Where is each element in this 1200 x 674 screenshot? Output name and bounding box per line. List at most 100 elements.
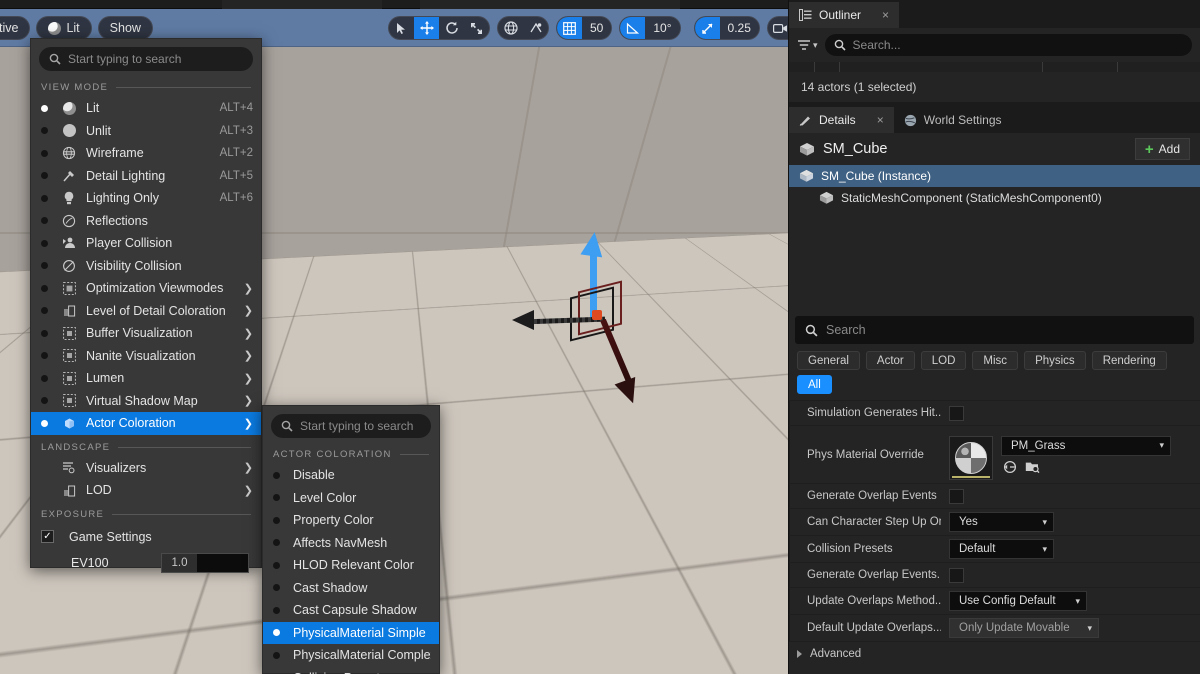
chip-misc[interactable]: Misc — [972, 351, 1019, 370]
menu-item-lit[interactable]: Lit ALT+4 — [31, 97, 261, 120]
reset-arrow-icon[interactable] — [1003, 460, 1017, 474]
property-row-phys-material-override[interactable]: Phys Material Override PM_Grass ▾ — [789, 425, 1200, 483]
can-character-step-up-on-dropdown[interactable]: Yes ▾ — [949, 512, 1054, 532]
chip-lod[interactable]: LOD — [920, 351, 967, 370]
component-tree-row-staticmeshcomponent[interactable]: StaticMeshComponent (StaticMeshComponent… — [789, 187, 1200, 209]
close-icon[interactable]: × — [882, 8, 889, 22]
gizmo-center-handle[interactable] — [592, 310, 602, 320]
simulation-generates-hit-checkbox[interactable] — [949, 405, 964, 421]
phys-material-dropdown[interactable]: PM_Grass ▾ — [1001, 435, 1171, 456]
grid-snap-group[interactable]: 50 — [556, 16, 613, 40]
property-row-can-character-step-up-on[interactable]: Can Character Step Up On Yes ▾ — [789, 508, 1200, 535]
component-tree-row-instance[interactable]: SM_Cube (Instance) — [789, 165, 1200, 187]
menu-item-buffer-visualization[interactable]: Buffer Visualization ❯ — [31, 322, 261, 345]
grid-snap-toggle[interactable] — [557, 17, 582, 39]
property-row-simulation-generates-hit[interactable]: Simulation Generates Hit... — [789, 400, 1200, 425]
scale-snap-value[interactable]: 0.25 — [719, 17, 759, 39]
gizmo-y-axis[interactable] — [600, 318, 634, 386]
tab-details[interactable]: Details × — [789, 107, 894, 133]
coloration-item-hlod-relevant-color[interactable]: HLOD Relevant Color — [263, 554, 439, 577]
outliner-search-input[interactable]: Search... — [824, 34, 1192, 56]
menu-item-wireframe[interactable]: Wireframe ALT+2 — [31, 142, 261, 165]
outliner-tabbar[interactable]: Outliner × — [789, 0, 1200, 28]
generate-overlap-events-2-checkbox[interactable] — [949, 567, 964, 583]
menu-item-player-collision[interactable]: Player Collision — [31, 232, 261, 255]
scale-snap-toggle[interactable] — [694, 17, 720, 39]
game-settings-checkbox[interactable]: ✓ — [41, 530, 54, 543]
coloration-item-physicalmaterial-simple[interactable]: PhysicalMaterial Simple — [263, 621, 439, 644]
property-row-update-overlaps-method[interactable]: Update Overlaps Method... Use Config Def… — [789, 587, 1200, 614]
ev100-slider[interactable]: 1.0 — [161, 552, 249, 573]
update-overlaps-method-dropdown[interactable]: Use Config Default ▾ — [949, 591, 1087, 611]
select-tool-button[interactable] — [389, 17, 414, 39]
menu-item-reflections[interactable]: Reflections — [31, 210, 261, 233]
property-row-collision-presets[interactable]: Collision Presets Default ▾ — [789, 535, 1200, 562]
right-dock[interactable]: Outliner × ▾ Search... 14 actors (1 sele… — [788, 0, 1200, 674]
details-panel[interactable]: SM_Cube + Add SM_Cube (Instance) StaticM… — [789, 133, 1200, 665]
details-search-input[interactable]: Search — [795, 316, 1194, 344]
property-row-generate-overlap-events[interactable]: Generate Overlap Events — [789, 483, 1200, 508]
chip-all[interactable]: All — [797, 375, 832, 394]
browse-icon[interactable] — [1025, 460, 1040, 474]
menu-item-lumen[interactable]: Lumen ❯ — [31, 367, 261, 390]
transform-mode-group[interactable] — [388, 16, 490, 40]
details-category-chips[interactable]: General Actor LOD Misc Physics Rendering — [789, 344, 1200, 370]
menu-item-game-settings[interactable]: ✓ Game Settings — [31, 524, 261, 550]
chip-general[interactable]: General — [797, 351, 860, 370]
coordinate-system-group[interactable] — [497, 16, 549, 40]
angle-snap-toggle[interactable] — [620, 17, 646, 39]
coloration-item-cast-capsule-shadow[interactable]: Cast Capsule Shadow — [263, 599, 439, 622]
coloration-item-collision-preset[interactable]: Collision Preset — [263, 667, 439, 674]
menu-item-nanite-visualization[interactable]: Nanite Visualization ❯ — [31, 345, 261, 368]
angle-snap-value[interactable]: 10° — [645, 17, 680, 39]
menu-item-visualizers[interactable]: Visualizers ❯ — [31, 457, 261, 480]
outliner-filter-button[interactable]: ▾ — [797, 39, 818, 51]
show-menu-button[interactable]: Show — [97, 16, 153, 40]
outliner-column-header[interactable] — [789, 62, 1200, 72]
menu-item-ev100[interactable]: EV100 1.0 — [31, 550, 261, 576]
transform-gizmo[interactable] — [512, 230, 700, 408]
coloration-item-property-color[interactable]: Property Color — [263, 509, 439, 532]
coloration-item-cast-shadow[interactable]: Cast Shadow — [263, 577, 439, 600]
menu-item-landscape-lod[interactable]: LOD ❯ — [31, 479, 261, 502]
details-all-chip-row[interactable]: All — [789, 370, 1200, 400]
details-tabbar[interactable]: Details × World Settings — [789, 105, 1200, 133]
property-row-default-update-overlaps[interactable]: Default Update Overlaps... Only Update M… — [789, 614, 1200, 641]
surface-snapping-button[interactable] — [523, 17, 548, 39]
generate-overlap-events-checkbox[interactable] — [949, 488, 964, 504]
view-mode-search-input[interactable]: Start typing to search — [39, 47, 253, 71]
menu-item-level-of-detail-coloration[interactable]: Level of Detail Coloration ❯ — [31, 300, 261, 323]
chip-physics[interactable]: Physics — [1024, 351, 1086, 370]
angle-snap-group[interactable]: 10° — [619, 16, 681, 40]
coloration-item-affects-navmesh[interactable]: Affects NavMesh — [263, 532, 439, 555]
add-component-button[interactable]: + Add — [1134, 138, 1190, 160]
menu-item-unlit[interactable]: Unlit ALT+3 — [31, 120, 261, 143]
gizmo-plane-handle-2[interactable] — [578, 280, 622, 336]
chip-rendering[interactable]: Rendering — [1091, 351, 1167, 370]
menu-item-virtual-shadow-map[interactable]: Virtual Shadow Map ❯ — [31, 390, 261, 413]
phys-material-thumbnail[interactable] — [949, 435, 993, 480]
tab-outliner[interactable]: Outliner × — [789, 2, 900, 28]
chip-actor[interactable]: Actor — [865, 351, 915, 370]
rotate-tool-button[interactable] — [439, 17, 464, 39]
menu-item-visibility-collision[interactable]: Visibility Collision — [31, 255, 261, 278]
view-mode-button[interactable]: Lit — [36, 16, 92, 40]
collision-presets-dropdown[interactable]: Default ▾ — [949, 539, 1054, 559]
tab-world-settings[interactable]: World Settings — [894, 107, 1012, 133]
coloration-item-disable[interactable]: Disable — [263, 464, 439, 487]
viewport-transform-tools[interactable]: 50 10° 0.25 1 — [388, 16, 851, 40]
view-mode-menu[interactable]: Start typing to search VIEW MODE Lit ALT… — [30, 38, 262, 573]
move-tool-button[interactable] — [414, 17, 439, 39]
perspective-button[interactable]: tive — [0, 16, 31, 40]
grid-snap-value[interactable]: 50 — [582, 17, 612, 39]
menu-item-lighting-only[interactable]: Lighting Only ALT+6 — [31, 187, 261, 210]
advanced-section-toggle[interactable]: Advanced — [789, 641, 1200, 665]
world-space-button[interactable] — [498, 17, 523, 39]
actor-coloration-submenu[interactable]: Start typing to search ACTOR COLORATION … — [262, 405, 440, 674]
scale-tool-button[interactable] — [464, 17, 489, 39]
close-icon[interactable]: × — [877, 113, 884, 127]
coloration-search-input[interactable]: Start typing to search — [271, 414, 431, 438]
menu-item-optimization-viewmodes[interactable]: Optimization Viewmodes ❯ — [31, 277, 261, 300]
outliner-panel[interactable]: ▾ Search... 14 actors (1 selected) — [789, 28, 1200, 102]
coloration-item-physicalmaterial-complex[interactable]: PhysicalMaterial Complex — [263, 644, 439, 667]
